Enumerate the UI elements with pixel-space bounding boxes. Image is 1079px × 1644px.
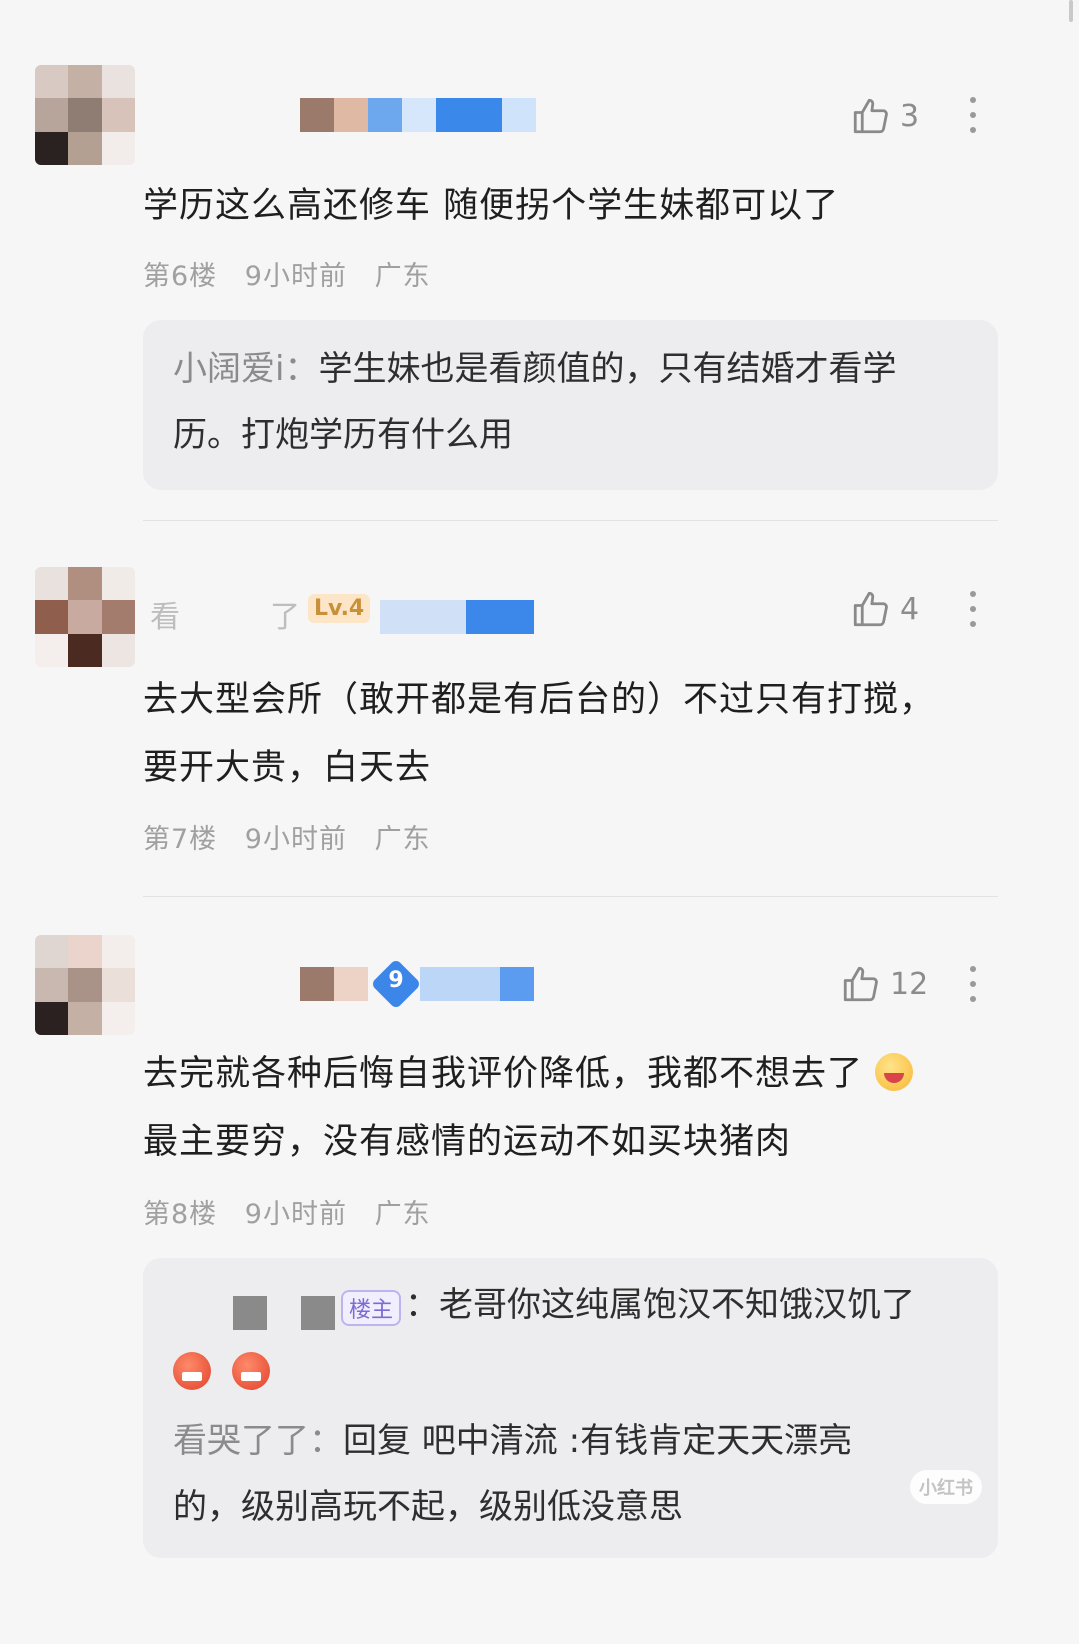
floor-number: 第6楼	[143, 261, 218, 292]
reply-text: 学生妹也是看颜值的，只有结婚才看学	[318, 349, 897, 389]
reply-text: ：老哥你这纯属饱汉不知饿汉饥了	[405, 1285, 915, 1325]
scrollbar[interactable]	[1069, 0, 1073, 22]
floor-number: 第7楼	[143, 824, 218, 855]
avatar[interactable]	[35, 567, 135, 667]
timestamp: 9小时前	[244, 824, 347, 855]
like-count: 4	[900, 591, 920, 627]
comment-text: 去大型会所（敢开都是有后台的）不过只有打搅，	[143, 680, 936, 720]
more-dots-icon[interactable]	[968, 97, 978, 133]
level-number: 9	[388, 968, 404, 993]
like-count: 12	[890, 966, 929, 1002]
username-pixelated[interactable]	[300, 967, 368, 1001]
reply-text-continued: 的，级别高玩不起，级别低没意思	[173, 1487, 683, 1527]
reply-author-pixelated[interactable]	[233, 1296, 335, 1330]
owner-badge: 楼主	[341, 1290, 402, 1326]
like-thumb-icon	[853, 98, 888, 134]
reply-author[interactable]: 看哭了了：	[173, 1421, 343, 1461]
comment-meta: 第7楼 9小时前 广东	[143, 817, 449, 856]
username-pixelated-tail	[420, 967, 534, 1001]
more-dots-icon[interactable]	[968, 591, 978, 627]
like-thumb-icon	[853, 591, 888, 627]
divider	[143, 896, 998, 897]
comment-text: 学历这么高还修车 随便拐个学生妹都可以了	[143, 186, 840, 226]
angry-emoji-icon	[173, 1352, 211, 1390]
reply-text: 回复 吧中清流 :有钱肯定天天漂亮	[343, 1421, 853, 1461]
avatar[interactable]	[35, 935, 135, 1035]
reply-item[interactable]: 小阔爱i：学生妹也是看颜值的，只有结婚才看学	[173, 336, 968, 402]
username-end[interactable]: 了	[270, 592, 300, 636]
location: 广东	[374, 1199, 431, 1230]
reply-item[interactable]: 看哭了了：回复 吧中清流 :有钱肯定天天漂亮	[173, 1408, 968, 1474]
like-thumb-icon	[843, 966, 878, 1002]
comment-text-line1: 去完就各种后悔自我评价降低，我都不想去了	[143, 1054, 864, 1094]
divider	[143, 520, 998, 521]
location: 广东	[374, 824, 431, 855]
like-button[interactable]: 3	[850, 95, 919, 137]
like-button[interactable]: 12	[840, 963, 928, 1005]
avatar[interactable]	[35, 65, 135, 165]
timestamp: 9小时前	[244, 261, 347, 292]
like-button[interactable]: 4	[850, 588, 919, 630]
username-pixelated	[380, 600, 534, 634]
location: 广东	[374, 261, 431, 292]
comment-meta: 第6楼 9小时前 广东	[143, 254, 449, 293]
comment-text-continued: 最主要穷，没有感情的运动不如买块猪肉	[143, 1122, 792, 1162]
angry-emoji-icon	[231, 1352, 270, 1390]
username-pixelated[interactable]	[300, 98, 536, 132]
like-count: 3	[900, 98, 920, 134]
comment-text: 去完就各种后悔自我评价降低，我都不想去了	[143, 1040, 993, 1108]
reply-box[interactable]: 小阔爱i：学生妹也是看颜值的，只有结婚才看学 历。打炮学历有什么用	[143, 320, 998, 490]
reply-emoji-row	[173, 1340, 968, 1406]
username-start[interactable]: 看	[150, 592, 180, 636]
comment-meta: 第8楼 9小时前 广东	[143, 1192, 449, 1231]
reply-text-continued: 历。打炮学历有什么用	[173, 415, 513, 455]
reply-box[interactable]: 楼主 ：老哥你这纯属饱汉不知饿汉饥了 看哭了了：回复 吧中清流 :有钱肯定天天漂…	[143, 1258, 998, 1558]
laugh-emoji-icon	[875, 1053, 914, 1091]
timestamp: 9小时前	[244, 1199, 347, 1230]
floor-number: 第8楼	[143, 1199, 218, 1230]
watermark-logo: 小红书	[910, 1470, 982, 1504]
comment-text-continued: 要开大贵，白天去	[143, 748, 432, 788]
level-badge: Lv.4	[308, 594, 371, 623]
more-dots-icon[interactable]	[968, 966, 978, 1002]
reply-author[interactable]: 小阔爱i：	[173, 349, 318, 389]
